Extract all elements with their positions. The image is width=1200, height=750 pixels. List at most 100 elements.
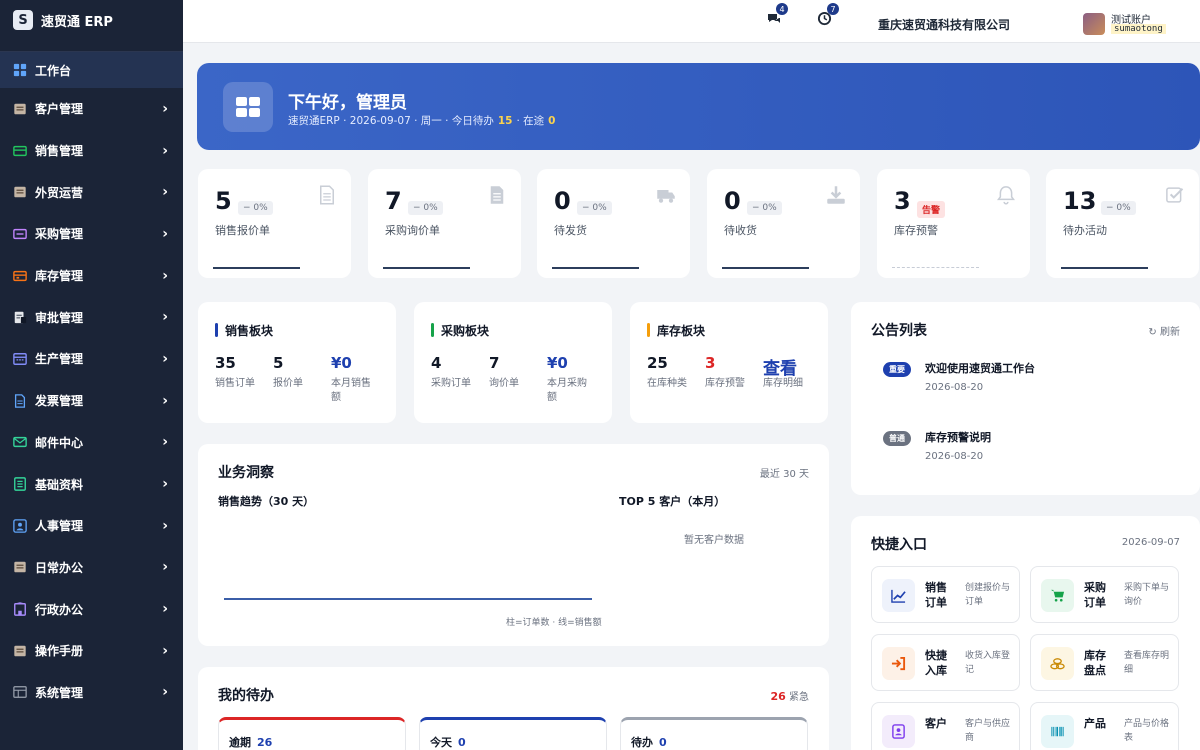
sidebar-item-1[interactable]: 工作台 (0, 52, 183, 88)
block-panel: 销售板块 35 销售订单 5 报价单 ¥0 本月销售额 (198, 302, 396, 423)
top-header: 4 7 重庆速贸通科技有限公司 测试账户 sumaotong (183, 0, 1200, 43)
block-metric-label: 库存明细 (763, 378, 803, 389)
quick-entry[interactable]: 产品 产品与价格表 (1030, 702, 1179, 750)
refresh-button[interactable]: ↻ 刷新 (1148, 323, 1180, 338)
urgent-summary: 26 紧急 (771, 688, 810, 703)
sidebar-item-16[interactable]: 系统管理 › (0, 672, 183, 714)
kpi-sparkline (213, 267, 300, 269)
banner-date-text: 速贸通ERP · 2026-09-07 · 周一 · 今日待办 (288, 115, 494, 127)
sidebar-item-15[interactable]: 操作手册 › (0, 630, 183, 672)
avatar[interactable] (1083, 13, 1105, 35)
sidebar-item-4[interactable]: 外贸运营 › (0, 171, 183, 213)
kpi-card[interactable]: 0 − 0% 待收货 (707, 169, 860, 278)
insight-panel: 业务洞察 最近 30 天 销售趋势（30 天） TOP 5 客户（本月） 暂无客… (198, 444, 829, 646)
contact-icon (882, 715, 915, 748)
quick-entry[interactable]: 客户 客户与供应商 (871, 702, 1020, 750)
sidebar-item-12[interactable]: 人事管理 › (0, 505, 183, 547)
sidebar-item-14[interactable]: 行政办公 › (0, 588, 183, 630)
kpi-sparkline (1061, 267, 1148, 269)
kpi-value: 0 (554, 187, 571, 215)
sidebar-item-13[interactable]: 日常办公 › (0, 547, 183, 589)
clock-button[interactable]: 7 (817, 3, 839, 29)
chevron-right-icon: › (162, 350, 168, 367)
barcode-icon (1041, 715, 1074, 748)
sidebar-item-10[interactable]: 邮件中心 › (0, 422, 183, 464)
sidebar-item-6[interactable]: 库存管理 › (0, 255, 183, 297)
sidebar-item-label: 操作手册 (35, 644, 84, 659)
kpi-change: − 0% (238, 201, 273, 215)
company-name: 重庆速贸通科技有限公司 (878, 18, 1011, 32)
app-title: 速贸通 ERP (41, 14, 113, 30)
sidebar-item-2[interactable]: 客户管理 › (0, 88, 183, 130)
kpi-card[interactable]: 13 − 0% 待办活动 (1046, 169, 1199, 278)
warehouse-icon (12, 268, 27, 283)
quick-entry[interactable]: 销售订单 创建报价与订单 (871, 566, 1020, 623)
todo-card-count: 26 (257, 736, 273, 749)
todo-card-label: 待办 (631, 736, 653, 749)
chevron-right-icon: › (162, 476, 168, 493)
block-metric-value: 5 (273, 354, 284, 372)
quick-entry-title: 销售订单 (925, 581, 947, 609)
sidebar-item-label: 销售管理 (35, 144, 84, 159)
kpi-value: 13 (1063, 187, 1097, 215)
quick-title: 快捷入口 (871, 537, 927, 553)
kpi-card[interactable]: 0 − 0% 待发货 (537, 169, 690, 278)
todo-card[interactable]: 待办 0 (620, 717, 808, 750)
user-account: sumaotong (1111, 24, 1166, 34)
todo-card-label: 逾期 (229, 736, 251, 749)
kpi-card[interactable]: 7 − 0% 采购询价单 (368, 169, 521, 278)
chevron-right-icon: › (162, 601, 168, 618)
urgent-label: 紧急 (789, 692, 809, 703)
kpi-card[interactable]: 5 − 0% 销售报价单 (198, 169, 351, 278)
todo-card[interactable]: 今天 0 (419, 717, 607, 750)
quick-entry-desc: 收货入库登记 (965, 651, 1011, 675)
sidebar-item-3[interactable]: 销售管理 › (0, 130, 183, 172)
sidebar-item-label: 发票管理 (35, 394, 84, 409)
kpi-card[interactable]: 3 告警 库存预警 (877, 169, 1030, 278)
quick-entry[interactable]: 快捷入库 收货入库登记 (871, 634, 1020, 691)
banner-subtitle: 速贸通ERP · 2026-09-07 · 周一 · 今日待办 15 · 在途 0 (288, 113, 559, 128)
sidebar-item-9[interactable]: 发票管理 › (0, 380, 183, 422)
kpi-label: 待发货 (554, 224, 587, 237)
block-metric-label: 在库种类 (647, 378, 687, 389)
kpi-value: 0 (724, 187, 741, 215)
block-metric-label: 销售订单 (215, 378, 255, 389)
chat-button[interactable]: 4 (766, 3, 788, 29)
sidebar-item-8[interactable]: 生产管理 › (0, 338, 183, 380)
settings-panel-icon (12, 685, 27, 700)
sidebar-item-5[interactable]: 采购管理 › (0, 213, 183, 255)
quick-entry-desc: 采购下单与询价 (1124, 583, 1170, 607)
sidebar-item-7[interactable]: 审批管理 › (0, 296, 183, 338)
brand[interactable]: S 速贸通 ERP (0, 0, 183, 40)
insight-range[interactable]: 最近 30 天 (760, 465, 809, 480)
trend-title: 销售趋势（30 天） (218, 495, 315, 508)
app-logo-icon: S (13, 10, 33, 30)
transit-count: 0 (548, 115, 556, 127)
sidebar-item-11[interactable]: 基础资料 › (0, 463, 183, 505)
sidebar-item-label: 客户管理 (35, 102, 84, 117)
sidebar-item-label: 系统管理 (35, 685, 84, 700)
kpi-value: 7 (385, 187, 402, 215)
sidebar-item-label: 行政办公 (35, 602, 84, 617)
sidebar-item-label: 人事管理 (35, 519, 84, 534)
todo-card[interactable]: 逾期 26 (218, 717, 406, 750)
block-metric-label: 本月销售额 (331, 378, 371, 403)
alert-badge: 告警 (917, 201, 946, 218)
quick-entry[interactable]: 库存盘点 查看库存明细 (1030, 634, 1179, 691)
notice-item-title: 欢迎使用速贸通工作台 (925, 362, 1035, 375)
calendar-icon (12, 351, 27, 366)
quick-entry-desc: 客户与供应商 (965, 719, 1011, 743)
chevron-right-icon: › (162, 184, 168, 201)
notice-panel: 公告列表 ↻ 刷新 重要 欢迎使用速贸通工作台 2026-08-20 普通 库存预警说明… (851, 302, 1200, 495)
truck-icon (656, 185, 676, 205)
quick-entry-desc: 查看库存明细 (1124, 651, 1170, 675)
insight-title: 业务洞察 (218, 465, 274, 481)
sidebar: S 速贸通 ERP 工作台 客户管理 › 销售管理 › 外贸运营 › 采购管理 › 库存管理 › 审批… (0, 0, 183, 750)
kpi-sparkline (892, 267, 979, 268)
quick-entry[interactable]: 采购订单 采购下单与询价 (1030, 566, 1179, 623)
clipboard-icon (12, 310, 27, 325)
box-icon (12, 643, 27, 658)
block-metric-value[interactable]: 查看 (763, 354, 797, 379)
quick-date: 2026-09-07 (1121, 537, 1180, 548)
sidebar-item-label: 邮件中心 (35, 435, 84, 450)
